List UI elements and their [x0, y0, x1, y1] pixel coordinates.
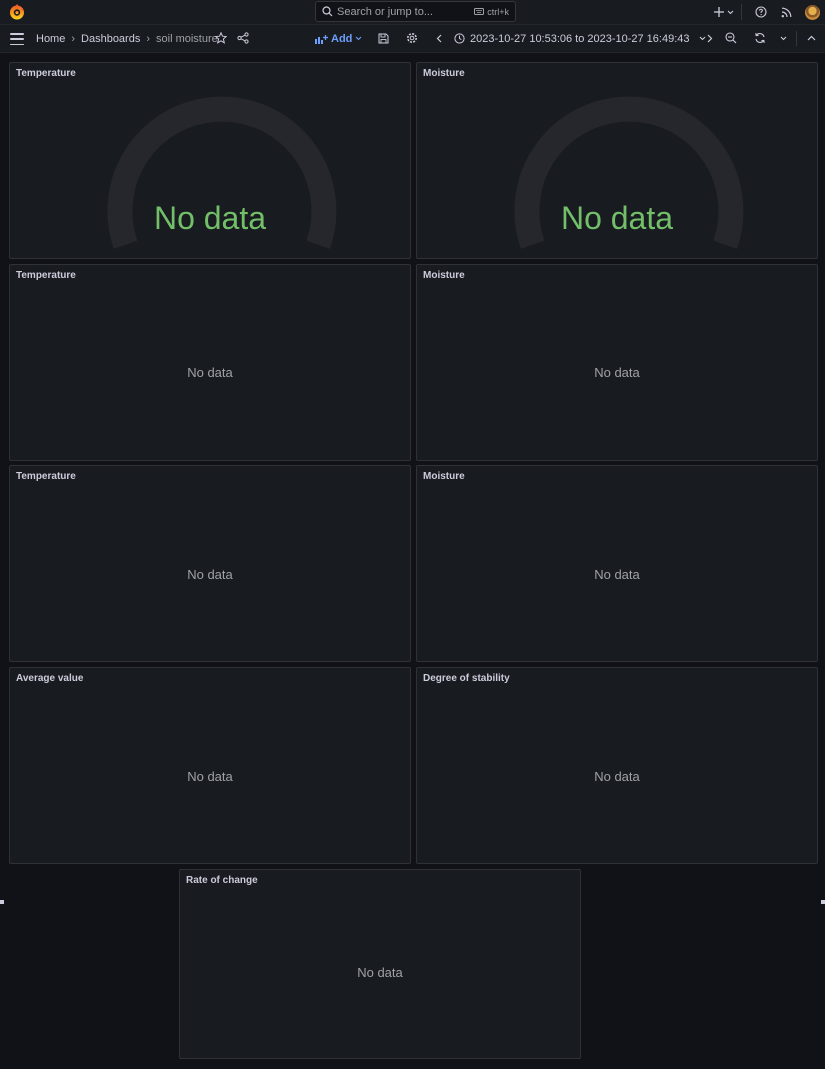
- divider: [796, 31, 797, 46]
- share-dashboard-button[interactable]: [236, 31, 250, 45]
- breadcrumb-current-dashboard: soil moisture: [156, 32, 218, 45]
- panel-temperature-history[interactable]: Temperature No data: [9, 465, 411, 662]
- star-icon: [215, 32, 227, 44]
- panel-title: Moisture: [423, 270, 465, 281]
- refresh-interval-button[interactable]: [776, 31, 790, 45]
- time-range-separator: to: [575, 32, 585, 45]
- hamburger-icon-line: [10, 43, 24, 45]
- refresh-button[interactable]: [753, 31, 767, 45]
- divider: [741, 4, 742, 20]
- time-range-picker[interactable]: 2023-10-27 10:53:06 to 2023-10-27 16:49:…: [454, 25, 706, 52]
- save-dashboard-button[interactable]: [376, 31, 390, 45]
- chevron-right-icon: [707, 34, 713, 42]
- dashboard-settings-button[interactable]: [405, 31, 419, 45]
- panel-title: Rate of change: [186, 875, 258, 886]
- time-range-to: 2023-10-27 16:49:43: [587, 32, 690, 45]
- add-panel-icon: [315, 34, 328, 44]
- keyboard-icon: [474, 8, 485, 15]
- resize-marker: [821, 900, 825, 904]
- breadcrumb-dashboards[interactable]: Dashboards: [81, 33, 140, 45]
- panel-no-data-message: No data: [594, 567, 640, 582]
- chevron-right-icon: ›: [146, 32, 151, 45]
- refresh-icon: [755, 33, 765, 43]
- help-button[interactable]: [755, 6, 767, 18]
- add-button-label: Add: [331, 32, 353, 45]
- panel-moisture-history[interactable]: Moisture No data: [416, 465, 818, 662]
- panel-no-data-message: No data: [153, 200, 267, 236]
- panel-gauge-moisture[interactable]: Moisture No data: [416, 62, 818, 259]
- resize-marker: [0, 900, 4, 904]
- dashboard-nav-bar: Home › Dashboards › soil moisture Add 20…: [0, 25, 825, 53]
- news-button[interactable]: [781, 7, 792, 18]
- grafana-logo-icon[interactable]: [8, 3, 26, 21]
- time-shift-forward-button[interactable]: [703, 31, 717, 45]
- top-bar: Search or jump to... ctrl+k: [0, 0, 825, 25]
- time-shift-back-button[interactable]: [432, 31, 446, 45]
- chevron-down-icon: [727, 10, 734, 14]
- panel-moisture-timeseries[interactable]: Moisture No data: [416, 264, 818, 461]
- share-icon: [237, 32, 249, 44]
- chevron-down-icon: [780, 36, 786, 40]
- panel-no-data-message: No data: [594, 769, 640, 784]
- save-icon: [378, 33, 388, 43]
- zoom-out-button[interactable]: [724, 31, 738, 45]
- help-icon: [755, 6, 767, 18]
- panel-gauge-temperature[interactable]: Temperature No data: [9, 62, 411, 259]
- star-dashboard-button[interactable]: [214, 31, 228, 45]
- panel-temperature-timeseries[interactable]: Temperature No data: [9, 264, 411, 461]
- panel-no-data-message: No data: [560, 200, 674, 236]
- panel-title: Degree of stability: [423, 673, 510, 684]
- news-feed-icon: [781, 7, 792, 17]
- search-input[interactable]: Search or jump to... ctrl+k: [315, 1, 516, 22]
- chevron-down-icon: [356, 36, 362, 41]
- panel-title: Moisture: [423, 471, 465, 482]
- panel-title: Temperature: [16, 471, 76, 482]
- breadcrumb: Home › Dashboards › soil moisture: [36, 25, 218, 52]
- panel-title: Average value: [16, 673, 84, 684]
- gear-icon: [407, 33, 417, 43]
- new-menu-button[interactable]: [714, 7, 734, 17]
- time-range-from: 2023-10-27 10:53:06: [470, 32, 573, 45]
- chevron-left-icon: [436, 34, 442, 42]
- hamburger-icon: [10, 33, 24, 35]
- collapse-header-button[interactable]: [804, 31, 818, 45]
- add-panel-button[interactable]: Add: [315, 30, 362, 47]
- panel-no-data-message: No data: [187, 365, 233, 380]
- search-shortcut-label: ctrl+k: [487, 6, 509, 17]
- panel-no-data-message: No data: [357, 965, 403, 980]
- top-right-actions: [714, 0, 825, 24]
- panel-degree-of-stability[interactable]: Degree of stability No data: [416, 667, 818, 864]
- clock-icon: [454, 33, 465, 44]
- panel-title: Temperature: [16, 270, 76, 281]
- panel-no-data-message: No data: [187, 769, 233, 784]
- panel-no-data-message: No data: [594, 365, 640, 380]
- panel-no-data-message: No data: [187, 567, 233, 582]
- zoom-out-icon: [725, 32, 737, 44]
- chevron-right-icon: ›: [71, 32, 76, 45]
- search-icon: [322, 6, 333, 17]
- menu-toggle-button[interactable]: [10, 32, 24, 46]
- breadcrumb-home[interactable]: Home: [36, 33, 65, 45]
- user-avatar[interactable]: [805, 4, 820, 20]
- panel-rate-of-change[interactable]: Rate of change No data: [179, 869, 581, 1059]
- search-placeholder: Search or jump to...: [337, 5, 433, 18]
- hamburger-icon-line: [10, 38, 24, 40]
- chevron-up-icon: [807, 35, 815, 41]
- search-shortcut: ctrl+k: [474, 7, 509, 17]
- plus-icon: [714, 7, 724, 17]
- panel-average-value[interactable]: Average value No data: [9, 667, 411, 864]
